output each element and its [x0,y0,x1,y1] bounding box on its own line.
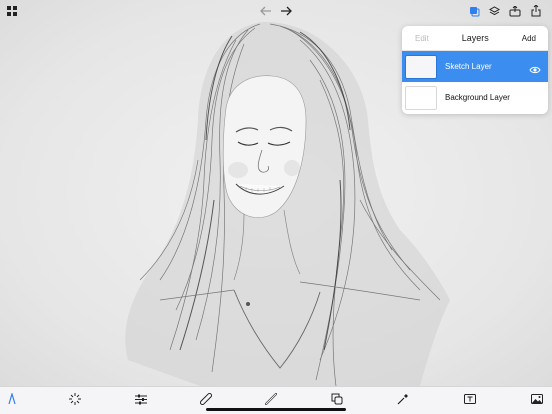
layer-name: Sketch Layer [445,62,492,71]
text-tool-icon[interactable] [463,392,477,406]
share-icon[interactable] [528,3,544,19]
eyedropper-icon[interactable] [396,392,410,406]
home-indicator [206,408,346,411]
top-toolbar [0,0,552,22]
layer-thumbnail [405,54,437,79]
bandage-icon[interactable] [199,392,213,406]
layers-panel: Edit Layers Add Sketch Layer Background … [402,26,548,114]
visibility-eye-icon[interactable] [529,61,541,79]
layer-name: Background Layer [445,93,510,102]
layer-item-background[interactable]: Background Layer [402,82,548,113]
image-insert-icon[interactable] [530,392,544,406]
redo-arrow-icon[interactable] [278,3,294,19]
grid-icon[interactable] [4,3,20,19]
undo-arrow-icon[interactable] [258,3,274,19]
layers-stack-icon[interactable] [486,3,502,19]
ruler-icon[interactable] [264,392,278,406]
layers-panel-header: Edit Layers Add [402,26,548,51]
shapes-icon[interactable] [330,392,344,406]
magic-selection-icon[interactable] [68,392,82,406]
pen-tool-icon[interactable] [5,392,19,406]
export-tray-icon[interactable] [507,3,523,19]
layer-thumbnail [405,85,437,110]
layers-active-icon[interactable] [466,3,482,19]
add-layer-button[interactable]: Add [522,34,536,43]
adjustments-icon[interactable] [134,392,148,406]
edit-button[interactable]: Edit [415,34,429,43]
layer-item-sketch[interactable]: Sketch Layer [402,51,548,82]
layers-panel-title: Layers [461,33,489,43]
